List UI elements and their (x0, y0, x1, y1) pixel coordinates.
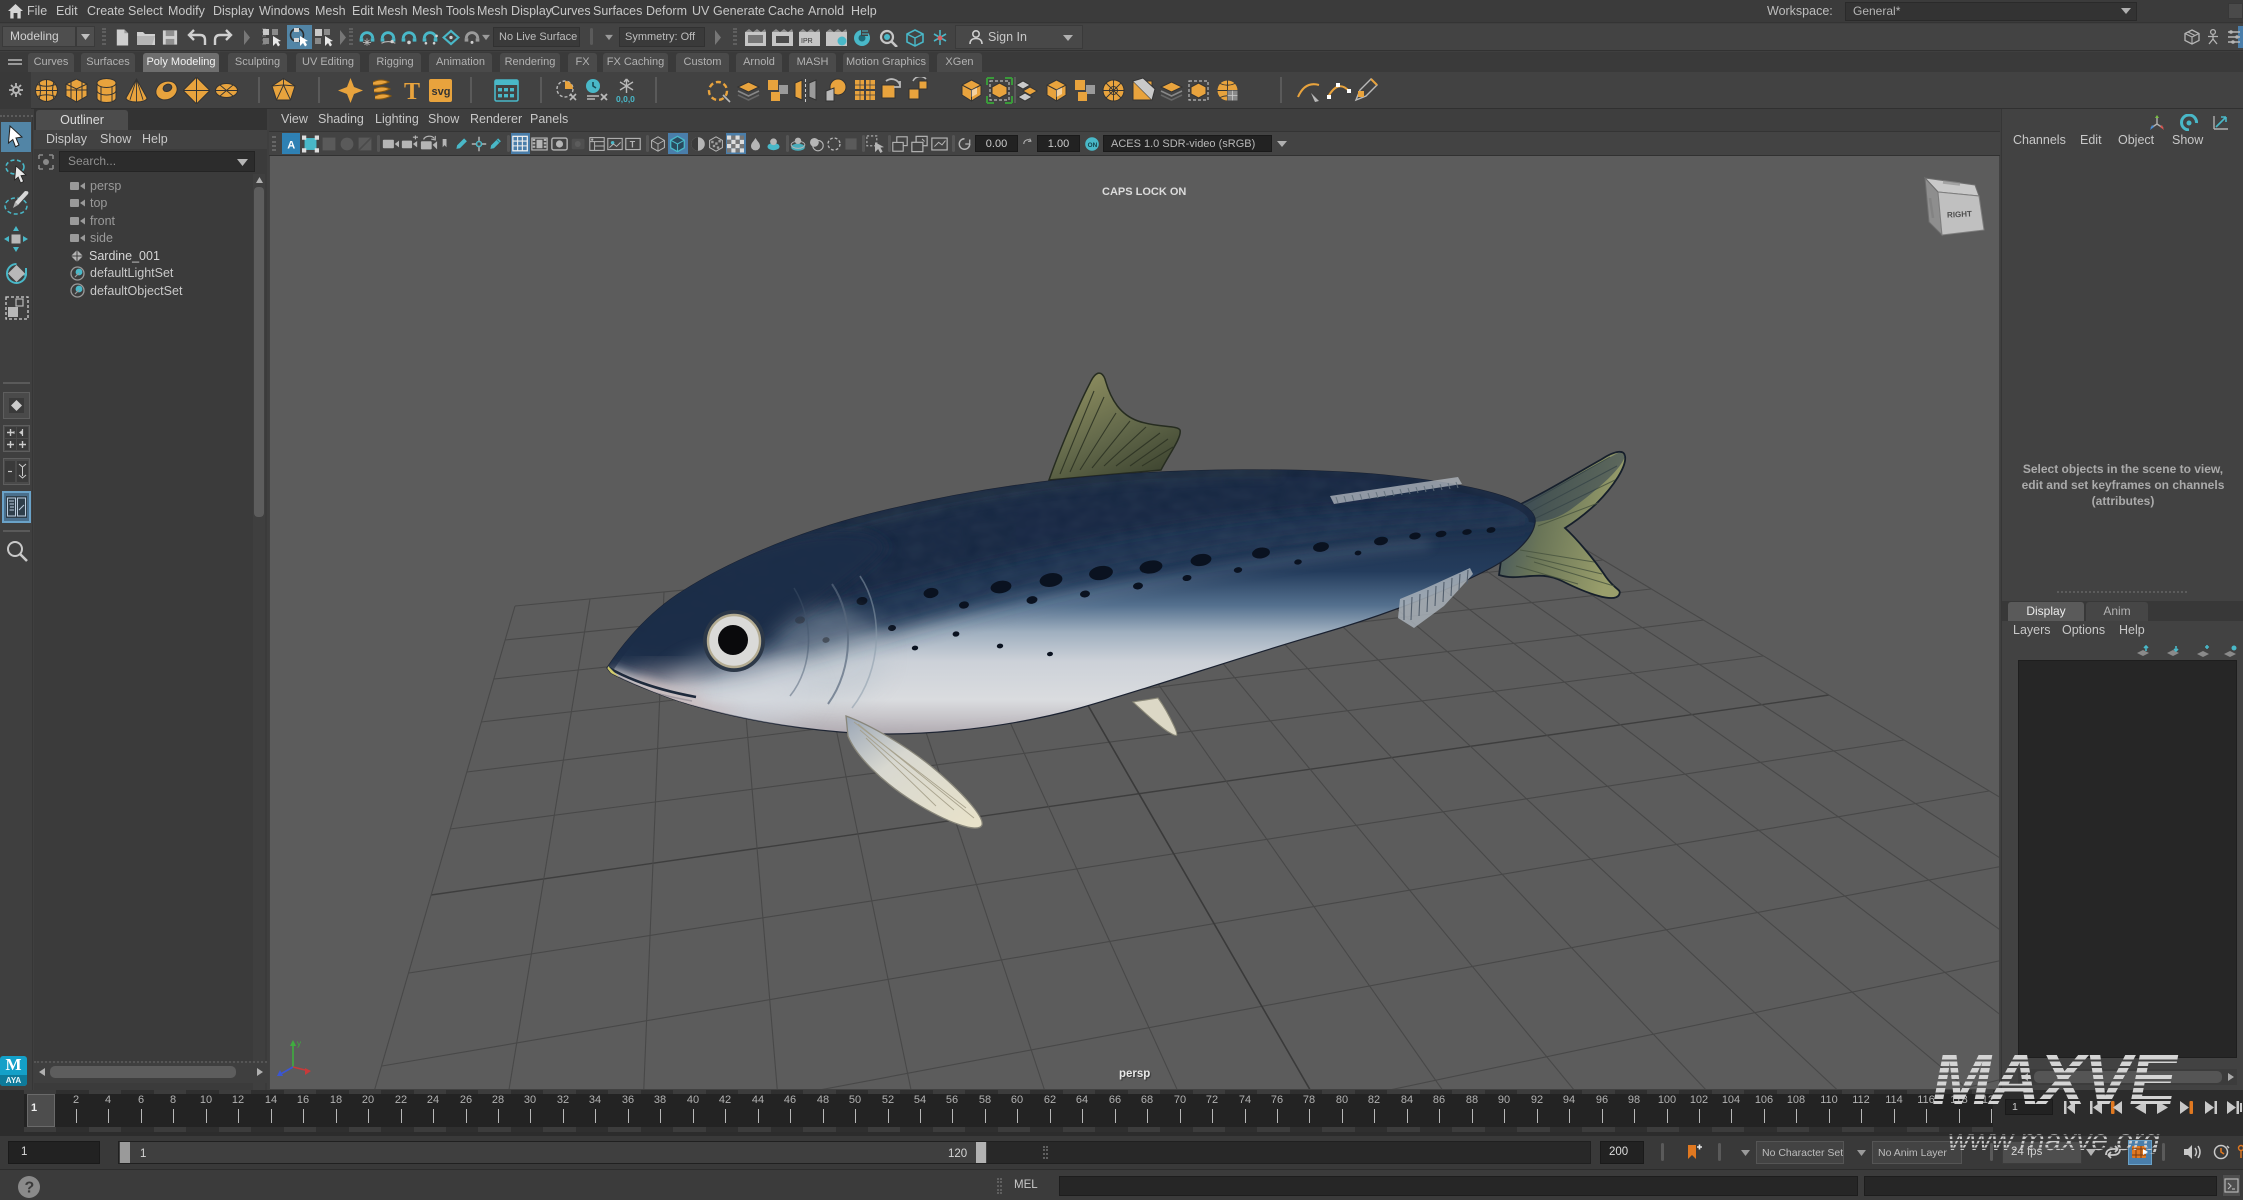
svg-text:T: T (404, 79, 420, 104)
svg-text:A: A (287, 140, 295, 152)
svg-text:svg: svg (432, 86, 451, 98)
svg-text:T: T (630, 140, 636, 150)
svg-text:IPR: IPR (801, 38, 813, 45)
svg-text:?: ? (25, 1180, 35, 1197)
svg-text:RIGHT: RIGHT (1947, 209, 1972, 219)
svg-text:ON: ON (1088, 142, 1098, 149)
svg-text:y: y (297, 1039, 301, 1048)
svg-text:0,0,0: 0,0,0 (616, 94, 635, 104)
